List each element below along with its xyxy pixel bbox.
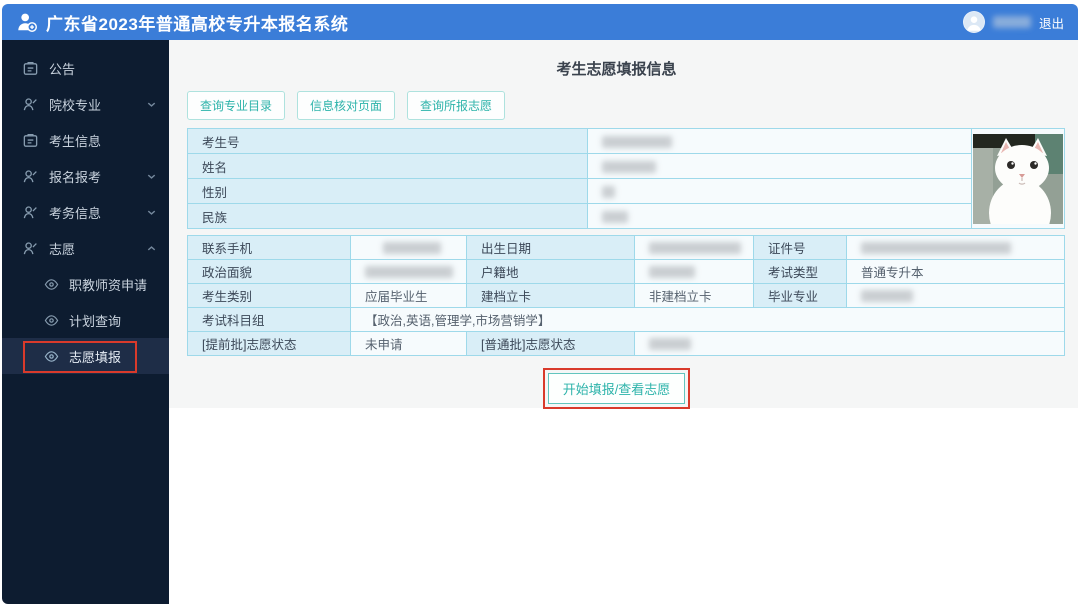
sidebar-item-colleges-majors[interactable]: 院校专业 (2, 86, 169, 122)
chevron-down-icon (146, 207, 157, 218)
field-value-redacted (634, 259, 754, 284)
field-label: 证件号 (753, 235, 847, 260)
query-major-catalog-button[interactable]: 查询专业目录 (187, 91, 286, 120)
sidebar-subitem-label: 职教师资申请 (69, 277, 148, 293)
field-value-redacted (634, 331, 1065, 356)
field-value-redacted (587, 178, 972, 204)
table-row: [提前批]志愿状态 未申请 [普通批]志愿状态 (187, 331, 1065, 356)
applicant-photo-cell (971, 128, 1065, 229)
field-label: 姓名 (187, 153, 588, 179)
sidebar-item-registration[interactable]: 报名报考 (2, 158, 169, 194)
field-label: 考生类别 (187, 283, 351, 308)
sidebar-item-candidate-info[interactable]: 考生信息 (2, 122, 169, 158)
sidebar-item-label: 考生信息 (49, 133, 102, 149)
eye-icon (44, 277, 59, 292)
white-cat-photo (973, 133, 1063, 224)
table-row: 性别 (187, 178, 1065, 204)
person-icon (22, 168, 39, 185)
person-icon (22, 204, 39, 221)
field-label: 建档立卡 (466, 283, 635, 308)
field-value-redacted (587, 203, 972, 229)
info-check-page-button[interactable]: 信息核对页面 (297, 91, 396, 120)
toolbar: 查询专业目录 信息核对页面 查询所报志愿 (187, 91, 1053, 120)
sidebar-item-announcements[interactable]: 公告 (2, 50, 169, 86)
user-add-logo-icon (16, 11, 38, 33)
sidebar-subitem-preference-filling[interactable]: 志愿填报 (2, 338, 169, 374)
page-title: 考生志愿填报信息 (556, 61, 677, 78)
field-value-redacted (350, 259, 467, 284)
content-shell: 公告 院校专业 考生信息 报名报考 考务信息 志愿 职教师资申请 计划查询 志愿… (2, 40, 1078, 604)
content-panel: 考生志愿填报信息 查询专业目录 信息核对页面 查询所报志愿 考生号 姓名 性别 … (169, 40, 1078, 409)
profile-table: 考生号 姓名 性别 民族 (187, 128, 1065, 229)
table-row: 政治面貌 户籍地 考试类型 普通专升本 (187, 259, 1065, 284)
field-label: 毕业专业 (753, 283, 847, 308)
sidebar-item-label: 院校专业 (49, 97, 102, 113)
eye-icon (44, 349, 59, 364)
app-window: 广东省2023年普通高校专升本报名系统 退出 公告 院校专业 考生信息 报名报考… (2, 4, 1078, 604)
table-row: 联系手机 出生日期 证件号 (187, 235, 1065, 260)
action-row: 开始填报/查看志愿 (180, 368, 1053, 409)
announcement-icon (22, 132, 39, 149)
sidebar-item-label: 报名报考 (49, 169, 102, 185)
main-area: 考生志愿填报信息 查询专业目录 信息核对页面 查询所报志愿 考生号 姓名 性别 … (169, 40, 1078, 604)
person-icon (22, 96, 39, 113)
field-label: [普通批]志愿状态 (466, 331, 635, 356)
eye-icon (44, 313, 59, 328)
header-user-area: 退出 (962, 11, 1064, 33)
field-label: 考试科目组 (187, 307, 351, 332)
chevron-down-icon (146, 171, 157, 182)
logout-button[interactable]: 退出 (1039, 13, 1064, 32)
username-redacted (992, 16, 1031, 28)
sidebar-item-label: 公告 (49, 61, 76, 77)
field-label: 出生日期 (466, 235, 635, 260)
app-title: 广东省2023年普通高校专升本报名系统 (46, 14, 349, 34)
sidebar-item-label: 志愿 (49, 241, 76, 257)
query-submitted-preferences-button[interactable]: 查询所报志愿 (407, 91, 506, 120)
sidebar-item-label: 考务信息 (49, 205, 102, 221)
field-value-redacted (350, 235, 467, 260)
field-value-redacted (587, 153, 972, 179)
avatar[interactable] (962, 11, 985, 33)
field-value-redacted (587, 128, 972, 154)
field-value: 【政治,英语,管理学,市场营销学】 (350, 307, 1065, 332)
field-label: 性别 (187, 178, 588, 204)
sidebar-subitem-plan-query[interactable]: 计划查询 (2, 302, 169, 338)
field-label: 民族 (187, 203, 588, 229)
field-label: [提前批]志愿状态 (187, 331, 351, 356)
chevron-up-icon (146, 243, 157, 254)
header-bar: 广东省2023年普通高校专升本报名系统 退出 (2, 4, 1078, 40)
field-label: 政治面貌 (187, 259, 351, 284)
field-value: 应届毕业生 (350, 283, 467, 308)
table-row: 考生号 (187, 128, 1065, 229)
sidebar-subitem-label: 志愿填报 (69, 349, 122, 365)
field-label: 考生号 (187, 128, 588, 154)
sidebar-subitem-vocational-teacher-application[interactable]: 职教师资申请 (2, 266, 169, 302)
field-value-redacted (634, 235, 754, 260)
sidebar-subitem-label: 计划查询 (69, 313, 122, 329)
sidebar-item-exam-affairs[interactable]: 考务信息 (2, 194, 169, 230)
table-row: 民族 (187, 203, 1065, 229)
field-label: 联系手机 (187, 235, 351, 260)
person-icon (22, 240, 39, 257)
chevron-down-icon (146, 99, 157, 110)
field-value: 非建档立卡 (634, 283, 754, 308)
field-value: 未申请 (350, 331, 467, 356)
field-value-redacted (846, 283, 1065, 308)
announcement-icon (22, 60, 39, 77)
field-value-redacted (846, 235, 1065, 260)
sidebar-item-preferences[interactable]: 志愿 (2, 230, 169, 266)
table-row: 考试科目组 【政治,英语,管理学,市场营销学】 (187, 307, 1065, 332)
field-label: 考试类型 (753, 259, 847, 284)
detail-table: 联系手机 出生日期 证件号 政治面貌 户籍地 考试类型 普通专升本 考生类别 应… (187, 235, 1065, 356)
sidebar: 公告 院校专业 考生信息 报名报考 考务信息 志愿 职教师资申请 计划查询 志愿… (2, 40, 169, 604)
red-annotation-box-button: 开始填报/查看志愿 (542, 368, 691, 409)
table-row: 姓名 (187, 153, 1065, 179)
field-value: 普通专升本 (846, 259, 1065, 284)
field-label: 户籍地 (466, 259, 635, 284)
start-fill-view-preferences-button[interactable]: 开始填报/查看志愿 (547, 373, 686, 404)
table-row: 考生类别 应届毕业生 建档立卡 非建档立卡 毕业专业 (187, 283, 1065, 308)
